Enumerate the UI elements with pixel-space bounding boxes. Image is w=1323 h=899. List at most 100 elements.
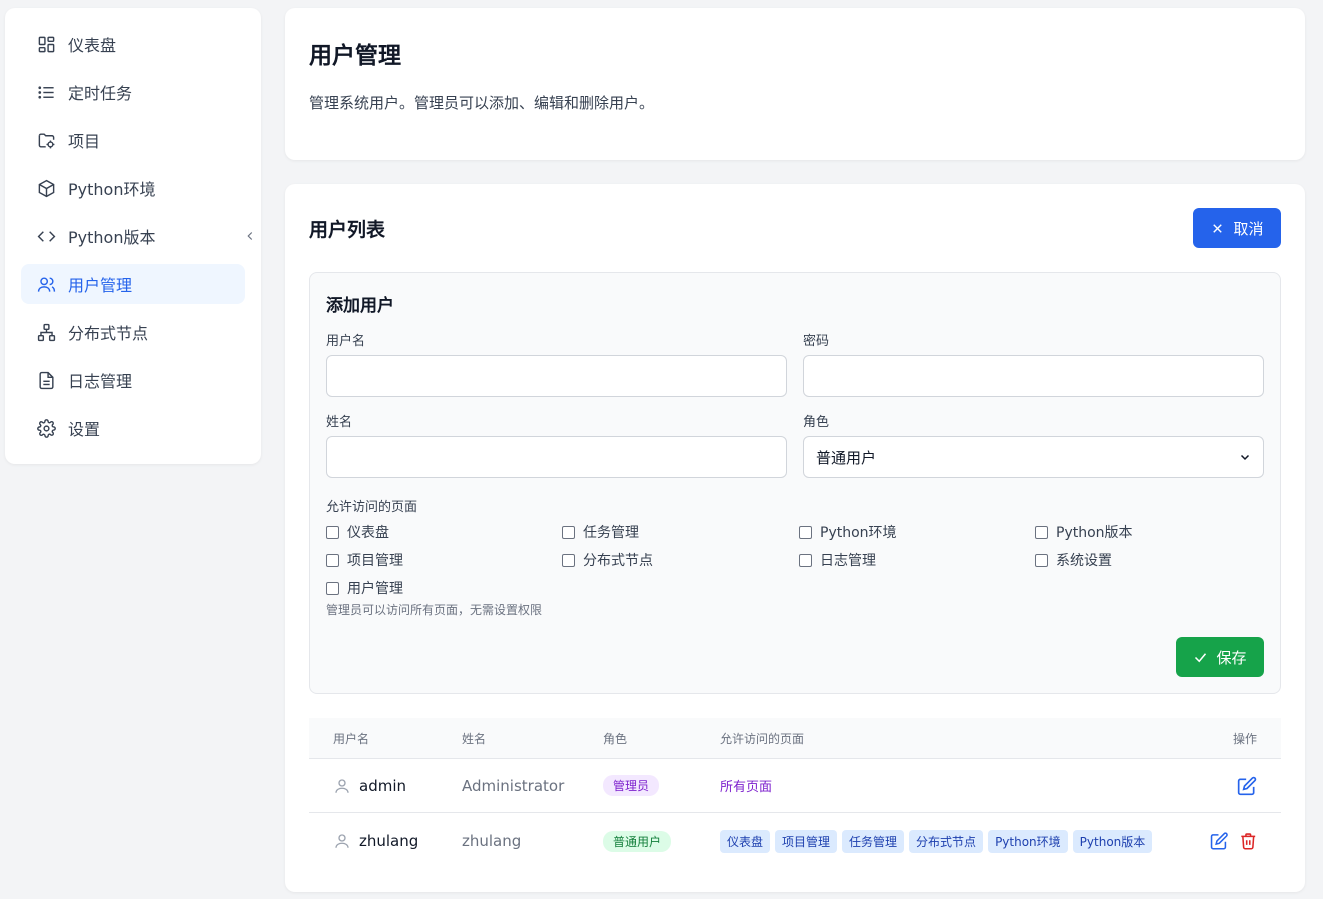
checkbox[interactable]: [562, 525, 575, 539]
perm-label: 日志管理: [820, 553, 876, 569]
cell-actions: [1210, 831, 1281, 851]
checkbox[interactable]: [326, 553, 339, 567]
page-header-card: 用户管理 管理系统用户。管理员可以添加、编辑和删除用户。: [285, 8, 1305, 160]
form-row-2: 姓名 角色 普通用户: [326, 397, 1264, 478]
perm-label: 用户管理: [347, 581, 403, 597]
sidebar-item-label: Python版本: [68, 228, 156, 247]
page-tag: Python环境: [988, 829, 1068, 853]
cell-name: Administrator: [462, 776, 565, 795]
page-title: 用户管理: [309, 43, 401, 69]
cell-role: 普通用户: [603, 830, 720, 852]
network-icon: [37, 323, 56, 341]
sidebar-collapse-button[interactable]: [240, 222, 260, 250]
save-button[interactable]: 保存: [1176, 637, 1264, 677]
add-user-form-title: 添加用户: [326, 296, 394, 316]
user-list-card: 用户列表 取消 添加用户 用户名 密码 姓名 角色 普通用户 允许访问的页面 仪…: [285, 184, 1305, 892]
sidebar-item-settings[interactable]: 设置: [21, 408, 245, 448]
code-icon: [37, 230, 56, 242]
name-input[interactable]: [326, 436, 787, 478]
form-row-1: 用户名 密码: [326, 316, 1264, 397]
sidebar-item-label: 分布式节点: [68, 324, 149, 343]
role-badge: 普通用户: [603, 830, 672, 852]
user-list-title: 用户列表: [309, 218, 386, 241]
cell-role: 管理员: [603, 775, 720, 796]
users-table: 用户名 姓名 角色 允许访问的页面 操作 admin Administrator…: [309, 718, 1281, 869]
sidebar-item-logs[interactable]: 日志管理: [21, 360, 245, 400]
user-list-header: 用户列表 取消: [309, 208, 1281, 248]
col-header-role: 角色: [603, 731, 628, 746]
sidebar-item-label: 定时任务: [68, 84, 133, 103]
sidebar-item-dashboard[interactable]: 仪表盘: [21, 24, 245, 64]
chevron-down-icon: [1240, 454, 1250, 461]
perm-label: Python环境: [820, 525, 897, 541]
checkbox[interactable]: [799, 525, 812, 539]
page-tag: Python版本: [1072, 829, 1153, 853]
username-text: zhulang: [359, 832, 419, 850]
user-icon: [335, 834, 349, 848]
perm-task-management[interactable]: 任务管理: [562, 523, 799, 541]
chevron-left-icon: [247, 232, 253, 240]
perm-distributed-nodes[interactable]: 分布式节点: [562, 551, 799, 569]
username-field-group: 用户名: [326, 330, 787, 397]
cell-name: zhulang: [462, 832, 522, 850]
perm-label: 任务管理: [583, 525, 639, 541]
name-field-group: 姓名: [326, 411, 787, 478]
checkbox[interactable]: [326, 525, 339, 539]
file-text-icon: [39, 371, 54, 389]
perm-label: 系统设置: [1056, 553, 1112, 569]
username-text: admin: [359, 776, 406, 795]
col-header-username: 用户名: [333, 731, 370, 746]
checkbox[interactable]: [326, 581, 339, 595]
permissions-grid: 仪表盘 任务管理 Python环境 Python版本 项目管理 分布式节点 日志…: [326, 523, 1264, 597]
folder-icon: [38, 132, 55, 148]
checkbox[interactable]: [562, 553, 575, 567]
username-input[interactable]: [326, 355, 787, 397]
sidebar-item-label: 日志管理: [68, 372, 133, 391]
perm-label: 项目管理: [347, 553, 403, 569]
perm-project-management[interactable]: 项目管理: [326, 551, 562, 569]
perm-system-settings[interactable]: 系统设置: [1035, 551, 1271, 569]
role-select[interactable]: 普通用户: [803, 436, 1264, 478]
checkbox[interactable]: [1035, 553, 1048, 567]
sidebar-item-scheduled-tasks[interactable]: 定时任务: [21, 72, 245, 112]
page-tag: 任务管理: [842, 829, 905, 853]
close-icon: [1213, 223, 1223, 233]
save-wrap: 保存: [1176, 637, 1264, 677]
sidebar-item-label: 设置: [68, 420, 101, 439]
username-label: 用户名: [326, 334, 366, 349]
user-icon: [335, 778, 349, 793]
checkbox[interactable]: [799, 553, 812, 567]
sidebar-item-projects[interactable]: 项目: [21, 120, 245, 160]
sidebar-item-python-version[interactable]: Python版本: [21, 216, 245, 256]
perm-label: 仪表盘: [347, 525, 389, 541]
sidebar-item-label: Python环境: [68, 180, 156, 199]
cancel-button[interactable]: 取消: [1193, 208, 1281, 248]
edit-icon[interactable]: [1237, 776, 1257, 796]
package-icon: [38, 179, 55, 197]
check-icon: [1195, 652, 1207, 662]
all-pages-text: 所有页面: [720, 780, 773, 795]
table-row: zhulang zhulang 普通用户 仪表盘 项目管理 任务管理 分布式节点…: [309, 813, 1281, 869]
perm-dashboard[interactable]: 仪表盘: [326, 523, 562, 541]
sidebar-item-python-env[interactable]: Python环境: [21, 168, 245, 208]
perm-python-env[interactable]: Python环境: [799, 523, 1035, 541]
sidebar-item-distributed-nodes[interactable]: 分布式节点: [21, 312, 245, 352]
role-badge: 管理员: [603, 775, 660, 796]
role-select-value: 普通用户: [816, 448, 877, 467]
sidebar-item-label: 用户管理: [68, 276, 133, 295]
password-input[interactable]: [803, 355, 1264, 397]
cell-username: admin: [309, 777, 462, 795]
page-description: 管理系统用户。管理员可以添加、编辑和删除用户。: [309, 94, 655, 112]
password-label: 密码: [803, 334, 830, 349]
perm-user-management[interactable]: 用户管理: [326, 579, 562, 597]
checkbox[interactable]: [1035, 525, 1048, 539]
edit-icon[interactable]: [1210, 831, 1229, 851]
cell-username: zhulang: [309, 832, 462, 850]
add-user-form: 添加用户 用户名 密码 姓名 角色 普通用户 允许访问的页面 仪表盘 任务管理 …: [309, 272, 1281, 694]
role-field-group: 角色 普通用户: [803, 411, 1264, 478]
trash-icon[interactable]: [1239, 831, 1258, 851]
sidebar-item-user-management[interactable]: 用户管理: [21, 264, 245, 304]
perm-log-management[interactable]: 日志管理: [799, 551, 1035, 569]
perm-python-version[interactable]: Python版本: [1035, 523, 1271, 541]
cell-pages: 所有页面: [720, 776, 1210, 795]
